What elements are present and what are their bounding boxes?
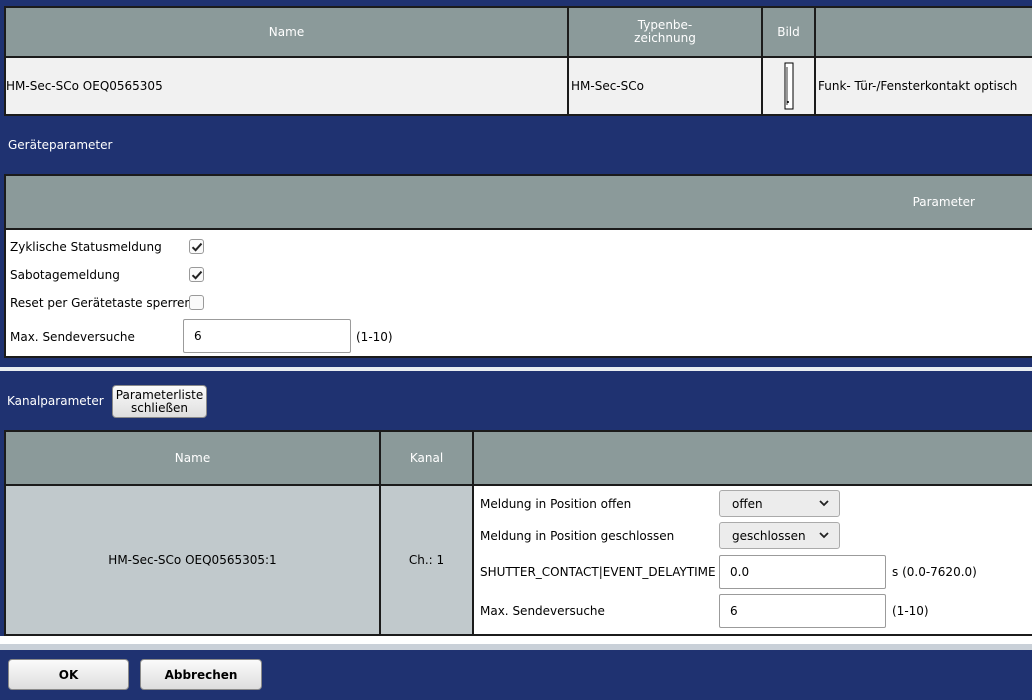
section-divider (0, 367, 1032, 371)
cyclic-status-label: Zyklische Statusmeldung (10, 240, 162, 254)
msg-open-select[interactable]: offen (719, 490, 840, 517)
close-parameter-list-line1: Parameterliste (115, 387, 204, 402)
channel-header-channel: Kanal (381, 432, 472, 484)
ok-button[interactable]: OK (8, 659, 129, 690)
device-name-cell: HM-Sec-SCo OEQ0565305 (6, 58, 567, 114)
reset-lock-label: Reset per Gerätetaste sperren (10, 296, 192, 310)
channel-max-send-range: (1-10) (892, 604, 929, 618)
channel-number: Ch.: 1 (408, 553, 445, 567)
channel-table: Name Kanal HM-Sec-SCo OEQ0565305:1 Ch.: … (4, 430, 1032, 636)
device-description-cell: Funk- Tür-/Fensterkontakt optisch (816, 58, 1032, 114)
door-window-sensor-icon (784, 62, 793, 110)
device-table: Name Typenbe- zeichnung Bild HM-Sec-SCo … (0, 0, 1032, 118)
delay-label: SHUTTER_CONTACT|EVENT_DELAYTIME (480, 565, 716, 579)
sabotage-checkbox[interactable] (189, 267, 204, 282)
parameter-header-label: Parameter (912, 194, 975, 209)
channel-name-cell: HM-Sec-SCo OEQ0565305:1 (6, 486, 379, 634)
channel-number-cell: Ch.: 1 (381, 486, 472, 634)
footer-bar: OK Abbrechen (0, 650, 1032, 700)
channel-params-cell: Meldung in Position offen offen Meldung … (474, 486, 1032, 634)
channel-header-params (474, 432, 1032, 484)
msg-closed-select[interactable]: geschlossen (719, 522, 840, 549)
sabotage-label: Sabotagemeldung (10, 268, 120, 282)
delay-input[interactable]: 0.0 (719, 555, 886, 589)
max-send-input[interactable]: 6 (183, 319, 351, 353)
device-type: HM-Sec-SCo (571, 79, 644, 93)
channel-max-send-input[interactable]: 6 (719, 594, 886, 628)
max-send-label: Max. Sendeversuche (10, 330, 135, 344)
channel-max-send-label: Max. Sendeversuche (480, 604, 605, 618)
column-header-type-line2: zeichnung (634, 31, 696, 45)
msg-open-label: Meldung in Position offen (480, 497, 632, 511)
max-send-range: (1-10) (356, 330, 393, 344)
footer-separator (0, 636, 1032, 644)
channel-max-send-value: 6 (730, 604, 738, 618)
table-border-bottom (4, 114, 1032, 116)
cyclic-status-checkbox[interactable] (189, 239, 204, 254)
channel-params-title: Kanalparameter (7, 394, 104, 408)
channel-header-name: Name (6, 432, 379, 484)
column-header-name: Name (6, 8, 567, 56)
msg-closed-label: Meldung in Position geschlossen (480, 529, 675, 543)
close-parameter-list-button[interactable]: Parameterliste schließen (112, 385, 207, 418)
device-params-title: Geräteparameter (8, 138, 113, 152)
delay-range: s (0.0-7620.0) (892, 565, 977, 579)
checkmark-icon (191, 270, 202, 280)
column-header-type: Typenbe- zeichnung (569, 8, 761, 56)
device-params-header: Parameter (6, 176, 1032, 230)
cancel-button[interactable]: Abbrechen (140, 659, 262, 690)
column-header-image: Bild (763, 8, 814, 56)
chevron-down-icon (819, 500, 829, 507)
device-params-panel: Parameter Zyklische Statusmeldung Sabota… (4, 174, 1032, 358)
checkmark-icon (191, 242, 202, 252)
msg-open-value: offen (732, 496, 763, 511)
close-parameter-list-line2: schließen (130, 400, 189, 415)
channel-name: HM-Sec-SCo OEQ0565305:1 (108, 553, 277, 567)
column-header-description (816, 8, 1032, 56)
device-description: Funk- Tür-/Fensterkontakt optisch (818, 79, 1018, 93)
delay-value: 0.0 (730, 565, 750, 579)
chevron-down-icon (819, 532, 829, 539)
ok-button-label: OK (58, 667, 79, 682)
msg-closed-value: geschlossen (732, 528, 806, 543)
max-send-value: 6 (194, 329, 202, 343)
device-name: HM-Sec-SCo OEQ0565305 (6, 79, 163, 93)
cancel-button-label: Abbrechen (164, 667, 238, 682)
reset-lock-checkbox[interactable] (189, 295, 204, 310)
device-type-cell: HM-Sec-SCo (569, 58, 761, 114)
device-image-cell (763, 58, 814, 114)
